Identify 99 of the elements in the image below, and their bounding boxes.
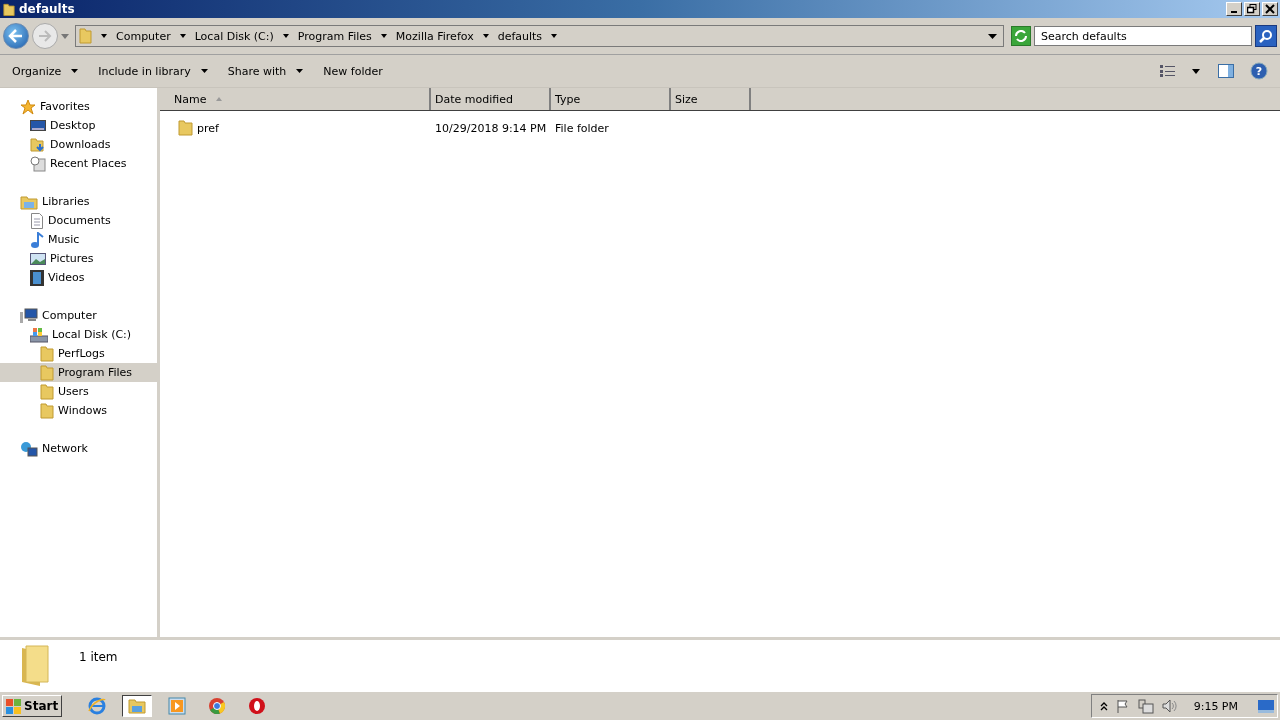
nav-item[interactable]: Pictures (0, 249, 157, 268)
breadcrumb[interactable]: Computer (116, 29, 171, 43)
nav-item[interactable]: Recent Places (0, 154, 157, 173)
restore-icon (1247, 4, 1257, 14)
folder-icon (128, 698, 147, 714)
window-title: defaults (19, 2, 75, 16)
folder-icon (40, 345, 54, 362)
table-cell: 10/29/2018 9:14 PM (435, 121, 547, 135)
start-button[interactable]: Start (2, 695, 63, 717)
picture-icon (30, 251, 46, 266)
table-cell: pref (197, 121, 219, 135)
nav-item[interactable]: Favorites (0, 97, 157, 116)
network-icon (20, 440, 38, 457)
folder-icon (178, 120, 193, 136)
file-row[interactable]: pref 10/29/2018 9:14 PM File folder (160, 117, 1280, 139)
column-header[interactable]: Size (671, 88, 751, 110)
download-folder-icon (30, 136, 46, 153)
column-header[interactable]: Type (551, 88, 671, 110)
nav-item[interactable]: Users (0, 382, 157, 401)
nav-item[interactable]: Documents (0, 211, 157, 230)
caret-icon (200, 69, 208, 73)
sort-ascending-icon (216, 97, 223, 101)
star-icon (20, 98, 36, 115)
minimize-icon (1231, 11, 1237, 13)
breadcrumb[interactable]: Local Disk (C:) (194, 29, 274, 43)
computer-icon (20, 307, 38, 324)
nav-item[interactable]: Program Files (0, 363, 157, 382)
film-icon (30, 269, 44, 286)
search-icon (1259, 29, 1273, 43)
browser-icon (208, 697, 227, 715)
search-field[interactable]: Search defaults (1034, 26, 1252, 46)
clock: 9:15 PM (1193, 699, 1238, 713)
recent-places-icon (30, 155, 46, 172)
breadcrumb[interactable]: defaults (497, 29, 543, 43)
nav-item[interactable]: PerfLogs (0, 344, 157, 363)
nav-item[interactable]: Network (0, 439, 157, 458)
preview-pane-icon[interactable] (1218, 64, 1234, 78)
show-desktop-icon[interactable] (1258, 699, 1274, 713)
toolbar-menu[interactable]: Include in library (90, 61, 216, 81)
refresh-icon (1014, 30, 1028, 42)
chevron-icon[interactable] (179, 34, 186, 38)
new-folder-button[interactable]: New folder (315, 61, 391, 81)
chevron-icon[interactable] (282, 34, 289, 38)
view-list-icon[interactable] (1160, 65, 1176, 77)
chevron-icon[interactable] (482, 34, 489, 38)
folder-icon (40, 383, 54, 400)
search-button[interactable] (1255, 25, 1277, 47)
nav-item[interactable]: Music (0, 230, 157, 249)
close-icon (1265, 4, 1275, 14)
library-icon (20, 193, 38, 210)
column-header[interactable]: Date modified (431, 88, 551, 110)
music-note-icon (30, 231, 44, 248)
flag-icon[interactable] (1115, 699, 1130, 713)
table-cell: File folder (555, 121, 609, 135)
breadcrumb[interactable]: Program Files (297, 29, 372, 43)
column-header[interactable]: Name (160, 88, 431, 110)
folder-icon (3, 1, 15, 17)
media-player-icon (168, 697, 187, 715)
folder-icon (79, 28, 92, 44)
help-icon[interactable]: ? (1250, 62, 1268, 80)
document-icon (30, 212, 44, 229)
refresh-button[interactable] (1011, 26, 1031, 46)
dropdown-icon[interactable] (988, 33, 997, 39)
restore-button[interactable] (1244, 2, 1260, 16)
chevron-icon[interactable] (551, 34, 558, 38)
browser-icon (88, 697, 107, 715)
caret-icon[interactable] (1192, 68, 1200, 74)
nav-item[interactable]: Computer (0, 306, 157, 325)
toolbar-menu[interactable]: Organize (4, 61, 87, 81)
chevron-icon[interactable] (380, 34, 387, 38)
chevron-icon[interactable] (101, 34, 107, 38)
back-arrow-icon (8, 29, 24, 43)
history-dropdown-icon[interactable] (61, 33, 69, 39)
taskbar-app[interactable] (122, 695, 153, 717)
item-count: 1 item (79, 650, 118, 664)
speaker-icon[interactable] (1161, 699, 1178, 713)
desktop-icon (30, 117, 46, 134)
folder-icon (40, 402, 54, 419)
caret-icon (296, 69, 304, 73)
nav-item[interactable]: Libraries (0, 192, 157, 211)
minimize-button[interactable] (1226, 2, 1242, 16)
breadcrumb[interactable]: Mozilla Firefox (395, 29, 474, 43)
close-button[interactable] (1262, 2, 1278, 16)
nav-item[interactable]: Downloads (0, 135, 157, 154)
nav-item[interactable]: Local Disk (C:) (0, 325, 157, 344)
nav-item[interactable]: Windows (0, 401, 157, 420)
windows-logo-icon (6, 698, 22, 714)
nav-item[interactable]: Videos (0, 268, 157, 287)
disk-drive-icon (30, 326, 48, 343)
folder-icon (40, 364, 54, 381)
show-hidden-icons-icon[interactable] (1099, 701, 1108, 711)
toolbar-menu[interactable]: Share with (219, 61, 312, 81)
back-button[interactable] (3, 23, 29, 49)
address-bar[interactable]: Computer Local Disk (C:) Program Files Mozilla Firefox defaults (75, 25, 1004, 47)
network-icon[interactable] (1137, 698, 1154, 714)
nav-item[interactable]: Desktop (0, 116, 157, 135)
forward-arrow-icon (38, 30, 52, 42)
browser-icon (248, 697, 267, 715)
caret-icon (71, 69, 79, 73)
